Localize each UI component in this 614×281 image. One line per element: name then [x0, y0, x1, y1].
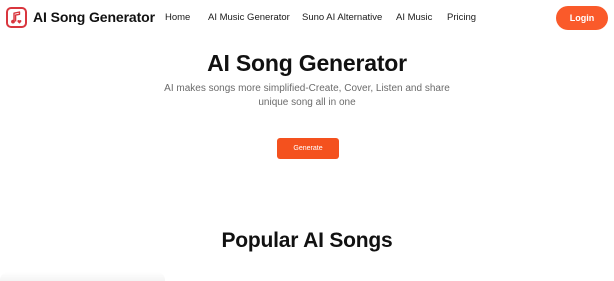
nav-suno-ai-alternative[interactable]: Suno AI Alternative	[302, 12, 382, 24]
nav-ai-music-generator[interactable]: AI Music Generator	[208, 12, 290, 24]
generate-button[interactable]: Generate	[277, 138, 339, 159]
popular-songs-heading: Popular AI Songs	[221, 229, 393, 252]
page-title: AI Song Generator	[207, 50, 407, 76]
nav-pricing[interactable]: Pricing	[447, 12, 476, 24]
login-button[interactable]: Login	[556, 6, 608, 30]
nav-home[interactable]: Home	[165, 12, 190, 24]
header: AI Song Generator Home AI Music Generato…	[0, 0, 614, 36]
page: AI Song Generator Home AI Music Generato…	[0, 0, 614, 281]
nav-ai-music[interactable]: AI Music	[396, 12, 432, 24]
song-card-edge	[0, 272, 165, 281]
hero-subtitle: AI makes songs more simplified-Create, C…	[164, 83, 450, 108]
main-nav: Home AI Music Generator Suno AI Alternat…	[0, 12, 614, 26]
